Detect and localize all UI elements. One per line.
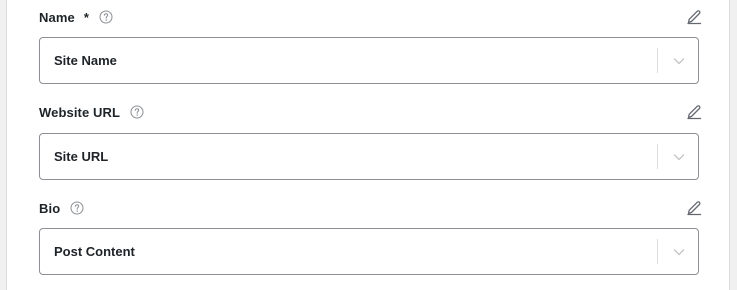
question-circle-icon[interactable]: [70, 201, 84, 215]
field-bio-header: Bio: [39, 198, 702, 218]
field-name-label-group: Name *: [39, 7, 113, 27]
field-name: Name *: [39, 7, 702, 27]
field-bio: Bio: [39, 198, 702, 218]
field-bio-select[interactable]: Post Content: [39, 228, 699, 275]
field-website-url-value: Site URL: [54, 149, 109, 164]
field-website-url: Website URL: [39, 102, 702, 122]
pencil-icon[interactable]: [685, 199, 703, 217]
question-circle-icon[interactable]: [130, 105, 144, 119]
select-separator: [657, 144, 658, 169]
field-bio-label-group: Bio: [39, 198, 84, 218]
chevron-down-icon[interactable]: [672, 245, 686, 259]
field-name-label: Name: [39, 9, 75, 25]
field-website-url-header: Website URL: [39, 102, 702, 122]
field-bio-value: Post Content: [54, 244, 135, 259]
settings-panel: Name * Site Name Website URL Site URL Bi…: [6, 0, 730, 290]
pencil-icon[interactable]: [685, 8, 703, 26]
field-website-url-label: Website URL: [39, 104, 121, 120]
field-bio-label: Bio: [39, 200, 61, 216]
select-separator: [657, 48, 658, 73]
pencil-icon[interactable]: [685, 103, 703, 121]
field-website-url-label-group: Website URL: [39, 102, 144, 122]
question-circle-icon[interactable]: [99, 10, 113, 24]
field-website-url-select[interactable]: Site URL: [39, 133, 699, 180]
required-mark: *: [83, 9, 89, 25]
field-name-select[interactable]: Site Name: [39, 37, 699, 84]
chevron-down-icon[interactable]: [672, 54, 686, 68]
field-name-value: Site Name: [54, 53, 117, 68]
chevron-down-icon[interactable]: [672, 150, 686, 164]
select-separator: [657, 239, 658, 264]
field-name-header: Name *: [39, 7, 702, 27]
